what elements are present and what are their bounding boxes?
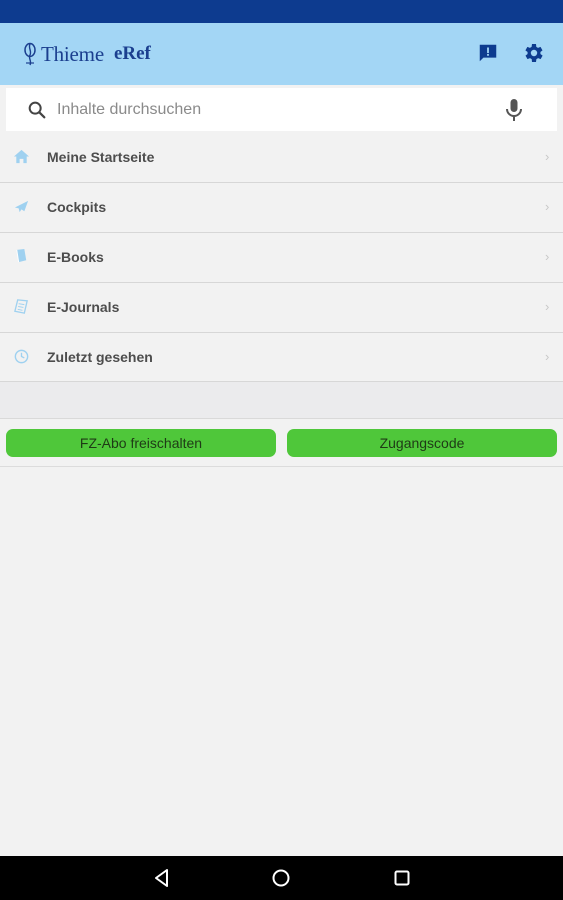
journal-icon bbox=[14, 299, 28, 314]
menu-item-label: Meine Startseite bbox=[47, 149, 155, 165]
access-code-button[interactable]: Zugangscode bbox=[287, 429, 557, 457]
settings-icon bbox=[525, 44, 543, 62]
app-bar: Thieme eRef bbox=[0, 23, 563, 85]
clock-icon bbox=[14, 349, 29, 364]
system-nav-bar bbox=[0, 856, 563, 900]
chevron-right-icon: › bbox=[545, 199, 550, 214]
home-icon bbox=[13, 149, 30, 164]
feedback-button[interactable] bbox=[475, 40, 501, 66]
section-divider bbox=[0, 382, 563, 419]
chevron-right-icon: › bbox=[545, 249, 550, 264]
thieme-emblem-icon bbox=[24, 42, 36, 66]
divider bbox=[0, 466, 563, 467]
menu-item-label: E-Journals bbox=[47, 299, 120, 315]
microphone-icon[interactable] bbox=[502, 97, 526, 123]
chevron-right-icon: › bbox=[545, 299, 550, 314]
menu-item-zuletzt-gesehen[interactable]: Zuletzt gesehen › bbox=[0, 333, 563, 382]
brand-name: Thieme bbox=[41, 41, 104, 66]
recent-apps-icon[interactable] bbox=[391, 867, 413, 889]
chevron-right-icon: › bbox=[545, 349, 550, 364]
thieme-eref-logo: Thieme eRef bbox=[22, 40, 151, 68]
menu-item-e-books[interactable]: E-Books › bbox=[0, 233, 563, 283]
airplane-icon bbox=[14, 200, 29, 213]
menu-item-cockpits[interactable]: Cockpits › bbox=[0, 183, 563, 233]
menu-item-label: Zuletzt gesehen bbox=[47, 349, 153, 365]
chevron-right-icon: › bbox=[545, 149, 550, 164]
search-bar bbox=[6, 88, 557, 131]
fz-abo-unlock-button[interactable]: FZ-Abo freischalten bbox=[6, 429, 276, 457]
menu-item-label: E-Books bbox=[47, 249, 104, 265]
status-bar bbox=[0, 0, 563, 23]
settings-button[interactable] bbox=[520, 40, 546, 66]
book-icon bbox=[16, 248, 27, 263]
search-input[interactable] bbox=[54, 94, 484, 125]
back-icon[interactable] bbox=[151, 867, 173, 889]
menu-item-label: Cockpits bbox=[47, 199, 107, 215]
home-circle-icon[interactable] bbox=[270, 867, 292, 889]
menu-item-meine-startseite[interactable]: Meine Startseite › bbox=[0, 133, 563, 183]
feedback-icon bbox=[479, 44, 497, 62]
product-name: eRef bbox=[113, 43, 151, 64]
menu-item-e-journals[interactable]: E-Journals › bbox=[0, 283, 563, 333]
main-menu: Meine Startseite › Cockpits › E-Books › … bbox=[0, 133, 563, 382]
search-icon bbox=[28, 101, 46, 119]
